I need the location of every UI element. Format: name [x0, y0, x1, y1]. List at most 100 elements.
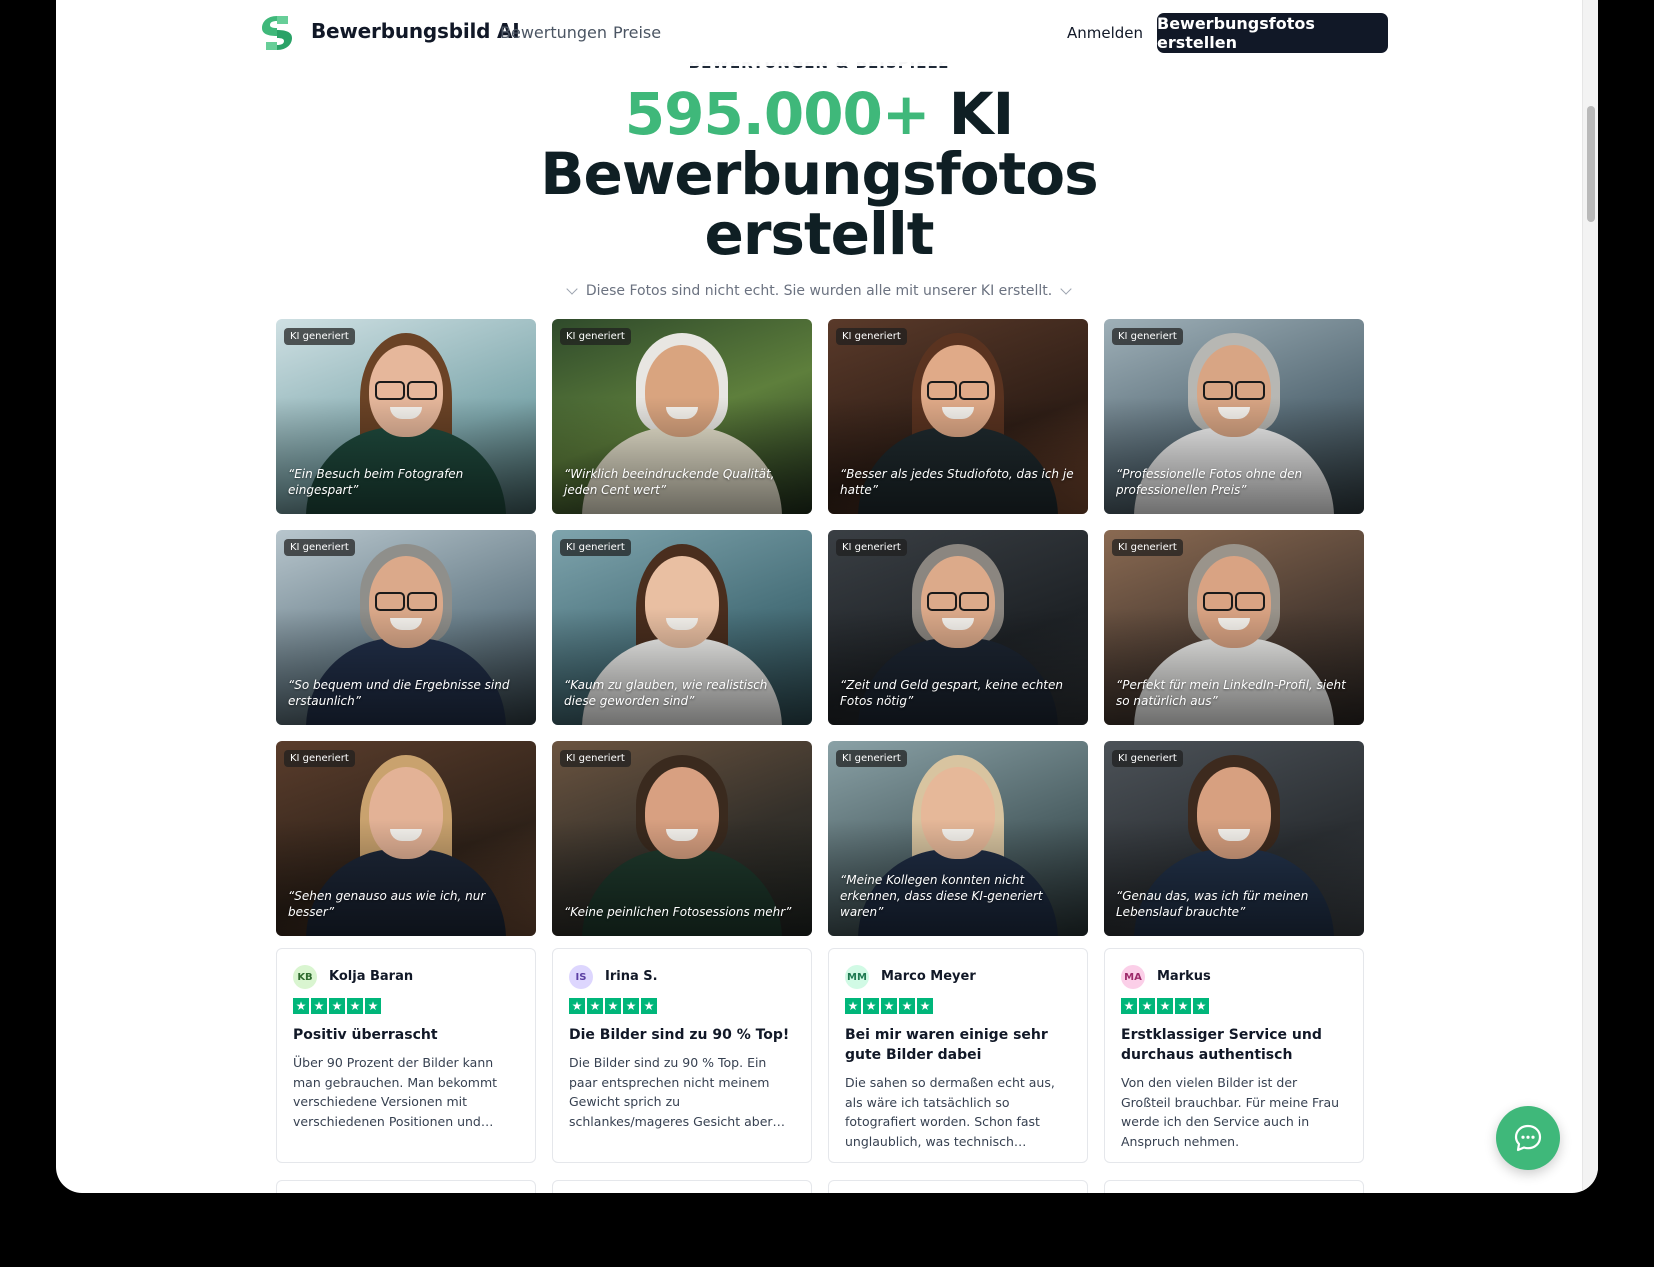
avatar: MM	[845, 965, 869, 989]
chevron-down-icon	[566, 283, 578, 295]
nav-link-preise[interactable]: Preise	[613, 23, 661, 42]
star-icon: ★	[365, 998, 381, 1014]
chat-bubble-icon	[1514, 1124, 1542, 1152]
star-icon: ★	[1139, 998, 1155, 1014]
photo-quote: “Ein Besuch beim Fotografen eingespart”	[288, 467, 464, 497]
avatar: MA	[1121, 965, 1145, 989]
ai-photo-card[interactable]: KI generiert “So bequem und die Ergebnis…	[276, 530, 536, 725]
reviewer-name: Kolja Baran	[329, 969, 414, 984]
ai-generated-badge: KI generiert	[836, 539, 907, 556]
photo-quote: “Keine peinlichen Fotosessions mehr”	[564, 905, 792, 919]
star-icon: ★	[347, 998, 363, 1014]
star-rating: ★ ★ ★ ★ ★	[1121, 998, 1209, 1014]
ai-photo-card[interactable]: KI generiert “Genau das, was ich für mei…	[1104, 741, 1364, 936]
review-body: Die sahen so dermaßen echt aus, als wäre…	[845, 1075, 1055, 1149]
disclaimer-text: Diese Fotos sind nicht echt. Sie wurden …	[585, 283, 1053, 299]
review-card[interactable]: MM Marco Meyer ★ ★ ★ ★ ★ Bei mir waren einig…	[828, 948, 1088, 1163]
star-icon: ★	[1175, 998, 1191, 1014]
photo-quote: “Besser als jedes Studiofoto, das ich je…	[840, 467, 1074, 497]
hero-title-line3: erstellt	[704, 200, 934, 268]
ai-photo-card[interactable]: KI generiert “Ein Besuch beim Fotografen…	[276, 319, 536, 514]
hero-title-count: 595.000+	[624, 80, 931, 148]
review-body: Die Bilder sind zu 90 % Top. Ein paar en…	[569, 1055, 773, 1129]
ai-photo-card[interactable]: KI generiert “Perfekt für mein LinkedIn-…	[1104, 530, 1364, 725]
review-body: Über 90 Prozent der Bilder kann man gebr…	[293, 1055, 498, 1129]
review-body: Von den vielen Bilder ist der Großteil b…	[1121, 1075, 1340, 1149]
reviewer-name: Markus	[1157, 969, 1211, 984]
ai-generated-badge: KI generiert	[1112, 750, 1183, 767]
star-icon: ★	[881, 998, 897, 1014]
star-icon: ★	[863, 998, 879, 1014]
ai-photo-card[interactable]: KI generiert “Sehen genauso aus wie ich,…	[276, 741, 536, 936]
star-icon: ★	[917, 998, 933, 1014]
login-link[interactable]: Anmelden	[1067, 24, 1143, 42]
ai-photo-card[interactable]: KI generiert “Zeit und Geld gespart, kei…	[828, 530, 1088, 725]
ai-generated-badge: KI generiert	[560, 328, 631, 345]
nav-link-bewertungen[interactable]: Bewertungen	[500, 23, 607, 42]
photo-quote: “Professionelle Fotos ohne den professio…	[1116, 467, 1303, 497]
photo-quote: “Sehen genauso aus wie ich, nur besser”	[288, 889, 486, 919]
review-title: Bei mir waren einige sehr gute Bilder da…	[845, 1027, 1048, 1063]
star-icon: ★	[641, 998, 657, 1014]
brand-name[interactable]: Bewerbungsbild AI	[311, 19, 520, 43]
ai-generated-badge: KI generiert	[560, 750, 631, 767]
review-card[interactable]: IS Irina S. ★ ★ ★ ★ ★ Die Bilder sind zu 90 …	[552, 948, 812, 1163]
star-icon: ★	[605, 998, 621, 1014]
ai-generated-badge: KI generiert	[1112, 539, 1183, 556]
create-photos-button[interactable]: Bewerbungsfotos erstellen	[1157, 13, 1388, 53]
top-navbar: Bewerbungsbild AI Bewertungen Preise Anm…	[56, 0, 1582, 66]
photo-quote: “Kaum zu glauben, wie realistisch diese …	[564, 678, 768, 708]
avatar: IS	[569, 965, 593, 989]
star-icon: ★	[623, 998, 639, 1014]
reviewer-name: Irina S.	[605, 969, 658, 984]
photo-quote: “So bequem und die Ergebnisse sind ersta…	[288, 678, 510, 708]
ai-generated-badge: KI generiert	[284, 539, 355, 556]
review-title: Erstklassiger Service und durchaus authe…	[1121, 1027, 1322, 1063]
review-card-partial	[276, 1180, 536, 1193]
star-icon: ★	[569, 998, 585, 1014]
disclaimer: Diese Fotos sind nicht echt. Sie wurden …	[56, 283, 1582, 299]
review-card-partial	[828, 1180, 1088, 1193]
star-icon: ★	[1121, 998, 1137, 1014]
hero-title-ki: KI	[948, 80, 1015, 148]
ai-generated-badge: KI generiert	[836, 750, 907, 767]
photo-quote: “Genau das, was ich für meinen Lebenslau…	[1116, 889, 1309, 919]
hero-title-line2: Bewerbungsfotos	[540, 140, 1098, 208]
ai-generated-badge: KI generiert	[836, 328, 907, 345]
star-rating: ★ ★ ★ ★ ★	[569, 998, 657, 1014]
ai-photo-card[interactable]: KI generiert “Kaum zu glauben, wie reali…	[552, 530, 812, 725]
review-card-partial	[552, 1180, 812, 1193]
star-icon: ★	[311, 998, 327, 1014]
ai-photo-card[interactable]: KI generiert “Professionelle Fotos ohne …	[1104, 319, 1364, 514]
scrollbar[interactable]	[1582, 0, 1598, 1193]
avatar: KB	[293, 965, 317, 989]
ai-generated-badge: KI generiert	[1112, 328, 1183, 345]
review-card-partial	[1104, 1180, 1364, 1193]
star-icon: ★	[845, 998, 861, 1014]
review-card[interactable]: KB Kolja Baran ★ ★ ★ ★ ★ Positiv überrascht …	[276, 948, 536, 1163]
photo-quote: “Meine Kollegen konnten nicht erkennen, …	[840, 873, 1043, 919]
photo-quote: “Zeit und Geld gespart, keine echten Fot…	[840, 678, 1064, 708]
star-icon: ★	[1157, 998, 1173, 1014]
ai-generated-badge: KI generiert	[284, 328, 355, 345]
ai-photo-card[interactable]: KI generiert “Meine Kollegen konnten nic…	[828, 741, 1088, 936]
star-icon: ★	[899, 998, 915, 1014]
photo-quote: “Perfekt für mein LinkedIn-Profil, sieht…	[1116, 678, 1346, 708]
star-icon: ★	[587, 998, 603, 1014]
ai-photo-card[interactable]: KI generiert “Keine peinlichen Fotosessi…	[552, 741, 812, 936]
star-icon: ★	[293, 998, 309, 1014]
ai-photo-card[interactable]: KI generiert “Wirklich beeindruckende Qu…	[552, 319, 812, 514]
ai-generated-badge: KI generiert	[560, 539, 631, 556]
star-rating: ★ ★ ★ ★ ★	[293, 998, 381, 1014]
review-title: Positiv überrascht	[293, 1027, 438, 1043]
chevron-down-icon	[1060, 283, 1072, 295]
star-icon: ★	[329, 998, 345, 1014]
logo-icon[interactable]	[258, 14, 296, 52]
scrollbar-thumb[interactable]	[1587, 106, 1595, 222]
ai-photo-card[interactable]: KI generiert “Besser als jedes Studiofot…	[828, 319, 1088, 514]
review-card[interactable]: MA Markus ★ ★ ★ ★ ★ Erstklassiger Service un…	[1104, 948, 1364, 1163]
star-icon: ★	[1193, 998, 1209, 1014]
photo-quote: “Wirklich beeindruckende Qualität, jeden…	[564, 467, 775, 497]
browser-page: Bewerbungsbild AI Bewertungen Preise Anm…	[56, 0, 1598, 1193]
chat-button[interactable]	[1496, 1106, 1560, 1170]
